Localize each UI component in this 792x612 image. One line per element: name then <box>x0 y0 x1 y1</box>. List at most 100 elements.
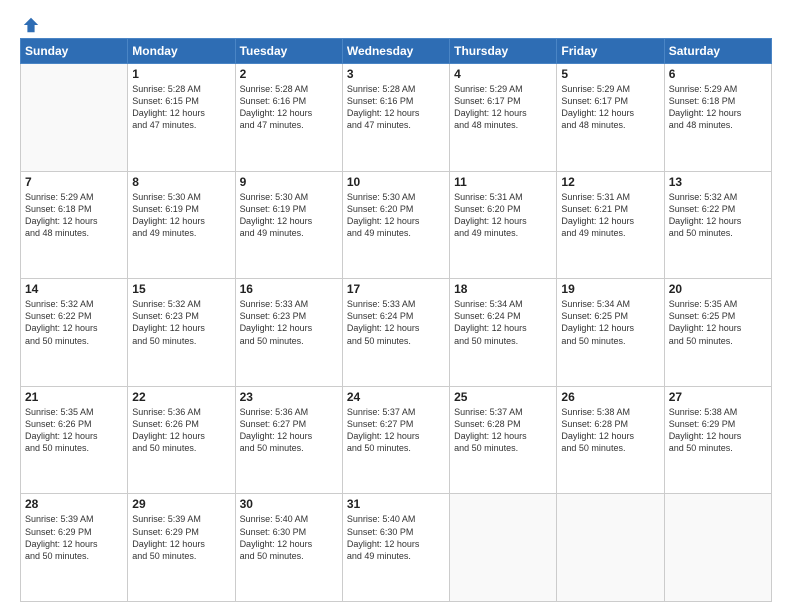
day-number: 21 <box>25 390 123 404</box>
calendar-day-cell <box>557 494 664 602</box>
day-number: 15 <box>132 282 230 296</box>
day-info: Sunrise: 5:28 AM Sunset: 6:16 PM Dayligh… <box>347 83 445 132</box>
day-info: Sunrise: 5:29 AM Sunset: 6:17 PM Dayligh… <box>561 83 659 132</box>
day-of-week-header: Sunday <box>21 39 128 64</box>
calendar-day-cell: 30 Sunrise: 5:40 AM Sunset: 6:30 PM Dayli… <box>235 494 342 602</box>
logo-icon <box>22 16 40 34</box>
day-of-week-header: Thursday <box>450 39 557 64</box>
day-number: 6 <box>669 67 767 81</box>
calendar-day-cell: 21 Sunrise: 5:35 AM Sunset: 6:26 PM Dayli… <box>21 386 128 494</box>
day-info: Sunrise: 5:30 AM Sunset: 6:19 PM Dayligh… <box>240 191 338 240</box>
calendar-table: SundayMondayTuesdayWednesdayThursdayFrid… <box>20 38 772 602</box>
calendar-day-cell: 26Sunrise: 5:38 AM Sunset: 6:28 PM Dayli… <box>557 386 664 494</box>
calendar-day-cell: 3 Sunrise: 5:28 AM Sunset: 6:16 PM Daylig… <box>342 64 449 172</box>
calendar-day-cell: 24 Sunrise: 5:37 AM Sunset: 6:27 PM Dayli… <box>342 386 449 494</box>
day-info: Sunrise: 5:30 AM Sunset: 6:19 PM Dayligh… <box>132 191 230 240</box>
calendar-header-row: SundayMondayTuesdayWednesdayThursdayFrid… <box>21 39 772 64</box>
calendar-day-cell: 18 Sunrise: 5:34 AM Sunset: 6:24 PM Dayli… <box>450 279 557 387</box>
day-number: 23 <box>240 390 338 404</box>
day-info: Sunrise: 5:38 AM Sunset: 6:28 PM Dayligh… <box>561 406 659 455</box>
day-info: Sunrise: 5:36 AM Sunset: 6:26 PM Dayligh… <box>132 406 230 455</box>
day-number: 8 <box>132 175 230 189</box>
day-info: Sunrise: 5:31 AM Sunset: 6:20 PM Dayligh… <box>454 191 552 240</box>
day-info: Sunrise: 5:35 AM Sunset: 6:25 PM Dayligh… <box>669 298 767 347</box>
day-info: Sunrise: 5:33 AM Sunset: 6:24 PM Dayligh… <box>347 298 445 347</box>
day-number: 9 <box>240 175 338 189</box>
day-info: Sunrise: 5:32 AM Sunset: 6:22 PM Dayligh… <box>25 298 123 347</box>
day-info: Sunrise: 5:29 AM Sunset: 6:18 PM Dayligh… <box>25 191 123 240</box>
calendar-day-cell: 16Sunrise: 5:33 AM Sunset: 6:23 PM Dayli… <box>235 279 342 387</box>
calendar-day-cell: 31 Sunrise: 5:40 AM Sunset: 6:30 PM Dayli… <box>342 494 449 602</box>
day-number: 31 <box>347 497 445 511</box>
day-number: 29 <box>132 497 230 511</box>
day-info: Sunrise: 5:39 AM Sunset: 6:29 PM Dayligh… <box>132 513 230 562</box>
calendar-week-row: 7 Sunrise: 5:29 AM Sunset: 6:18 PM Daylig… <box>21 171 772 279</box>
calendar-day-cell: 13 Sunrise: 5:32 AM Sunset: 6:22 PM Dayli… <box>664 171 771 279</box>
header <box>20 16 772 30</box>
day-of-week-header: Monday <box>128 39 235 64</box>
day-info: Sunrise: 5:28 AM Sunset: 6:16 PM Dayligh… <box>240 83 338 132</box>
day-of-week-header: Tuesday <box>235 39 342 64</box>
day-number: 3 <box>347 67 445 81</box>
day-number: 19 <box>561 282 659 296</box>
calendar-day-cell: 9 Sunrise: 5:30 AM Sunset: 6:19 PM Daylig… <box>235 171 342 279</box>
day-info: Sunrise: 5:29 AM Sunset: 6:17 PM Dayligh… <box>454 83 552 132</box>
day-info: Sunrise: 5:32 AM Sunset: 6:23 PM Dayligh… <box>132 298 230 347</box>
calendar-day-cell: 1Sunrise: 5:28 AM Sunset: 6:15 PM Daylig… <box>128 64 235 172</box>
day-info: Sunrise: 5:34 AM Sunset: 6:25 PM Dayligh… <box>561 298 659 347</box>
day-number: 17 <box>347 282 445 296</box>
calendar-day-cell: 25 Sunrise: 5:37 AM Sunset: 6:28 PM Dayli… <box>450 386 557 494</box>
calendar-day-cell: 14 Sunrise: 5:32 AM Sunset: 6:22 PM Dayli… <box>21 279 128 387</box>
calendar-day-cell <box>664 494 771 602</box>
day-number: 20 <box>669 282 767 296</box>
day-number: 11 <box>454 175 552 189</box>
day-number: 7 <box>25 175 123 189</box>
day-number: 12 <box>561 175 659 189</box>
day-info: Sunrise: 5:39 AM Sunset: 6:29 PM Dayligh… <box>25 513 123 562</box>
day-info: Sunrise: 5:32 AM Sunset: 6:22 PM Dayligh… <box>669 191 767 240</box>
calendar-day-cell: 11 Sunrise: 5:31 AM Sunset: 6:20 PM Dayli… <box>450 171 557 279</box>
calendar-day-cell <box>450 494 557 602</box>
calendar-day-cell: 10 Sunrise: 5:30 AM Sunset: 6:20 PM Dayli… <box>342 171 449 279</box>
day-number: 14 <box>25 282 123 296</box>
day-info: Sunrise: 5:40 AM Sunset: 6:30 PM Dayligh… <box>240 513 338 562</box>
day-info: Sunrise: 5:34 AM Sunset: 6:24 PM Dayligh… <box>454 298 552 347</box>
day-info: Sunrise: 5:35 AM Sunset: 6:26 PM Dayligh… <box>25 406 123 455</box>
day-number: 25 <box>454 390 552 404</box>
day-info: Sunrise: 5:37 AM Sunset: 6:27 PM Dayligh… <box>347 406 445 455</box>
calendar-day-cell: 6 Sunrise: 5:29 AM Sunset: 6:18 PM Daylig… <box>664 64 771 172</box>
calendar-week-row: 21 Sunrise: 5:35 AM Sunset: 6:26 PM Dayli… <box>21 386 772 494</box>
day-number: 5 <box>561 67 659 81</box>
day-number: 24 <box>347 390 445 404</box>
calendar-day-cell: 17 Sunrise: 5:33 AM Sunset: 6:24 PM Dayli… <box>342 279 449 387</box>
calendar-day-cell: 5 Sunrise: 5:29 AM Sunset: 6:17 PM Daylig… <box>557 64 664 172</box>
calendar-day-cell: 29 Sunrise: 5:39 AM Sunset: 6:29 PM Dayli… <box>128 494 235 602</box>
day-info: Sunrise: 5:36 AM Sunset: 6:27 PM Dayligh… <box>240 406 338 455</box>
calendar-day-cell: 15 Sunrise: 5:32 AM Sunset: 6:23 PM Dayli… <box>128 279 235 387</box>
calendar-day-cell: 22 Sunrise: 5:36 AM Sunset: 6:26 PM Dayli… <box>128 386 235 494</box>
day-info: Sunrise: 5:33 AM Sunset: 6:23 PM Dayligh… <box>240 298 338 347</box>
calendar-day-cell: 20 Sunrise: 5:35 AM Sunset: 6:25 PM Dayli… <box>664 279 771 387</box>
day-number: 22 <box>132 390 230 404</box>
day-of-week-header: Wednesday <box>342 39 449 64</box>
calendar-day-cell: 4Sunrise: 5:29 AM Sunset: 6:17 PM Daylig… <box>450 64 557 172</box>
calendar-day-cell: 7 Sunrise: 5:29 AM Sunset: 6:18 PM Daylig… <box>21 171 128 279</box>
day-number: 10 <box>347 175 445 189</box>
calendar-week-row: 14 Sunrise: 5:32 AM Sunset: 6:22 PM Dayli… <box>21 279 772 387</box>
day-of-week-header: Saturday <box>664 39 771 64</box>
day-number: 13 <box>669 175 767 189</box>
calendar-day-cell: 19 Sunrise: 5:34 AM Sunset: 6:25 PM Dayli… <box>557 279 664 387</box>
day-info: Sunrise: 5:30 AM Sunset: 6:20 PM Dayligh… <box>347 191 445 240</box>
day-info: Sunrise: 5:38 AM Sunset: 6:29 PM Dayligh… <box>669 406 767 455</box>
logo <box>20 16 40 30</box>
page: SundayMondayTuesdayWednesdayThursdayFrid… <box>0 0 792 612</box>
day-info: Sunrise: 5:29 AM Sunset: 6:18 PM Dayligh… <box>669 83 767 132</box>
day-number: 28 <box>25 497 123 511</box>
calendar-week-row: 1Sunrise: 5:28 AM Sunset: 6:15 PM Daylig… <box>21 64 772 172</box>
calendar-week-row: 28 Sunrise: 5:39 AM Sunset: 6:29 PM Dayli… <box>21 494 772 602</box>
day-info: Sunrise: 5:37 AM Sunset: 6:28 PM Dayligh… <box>454 406 552 455</box>
day-number: 30 <box>240 497 338 511</box>
calendar-day-cell: 23 Sunrise: 5:36 AM Sunset: 6:27 PM Dayli… <box>235 386 342 494</box>
day-number: 18 <box>454 282 552 296</box>
day-info: Sunrise: 5:40 AM Sunset: 6:30 PM Dayligh… <box>347 513 445 562</box>
